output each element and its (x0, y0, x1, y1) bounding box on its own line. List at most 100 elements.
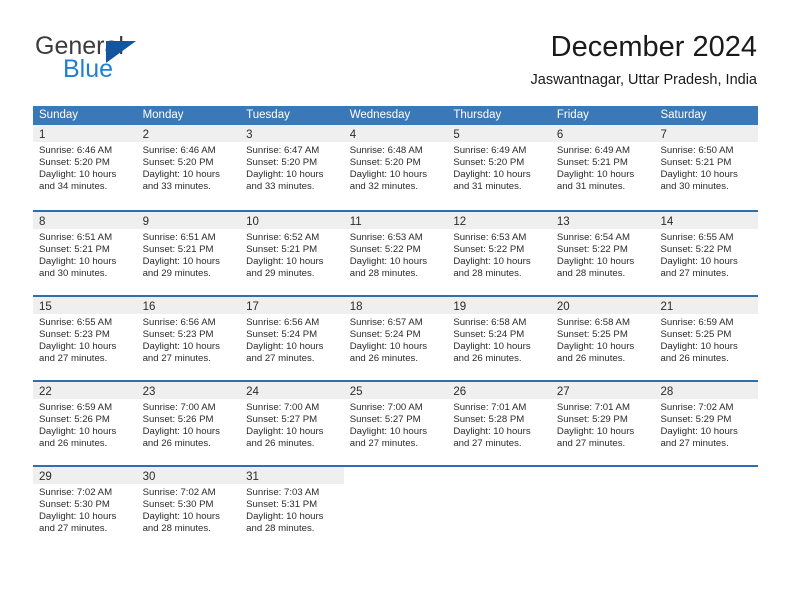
day-detail-line: and 30 minutes. (39, 268, 108, 280)
day-details (344, 484, 448, 487)
day-detail-line: and 26 minutes. (142, 438, 211, 450)
day-number-band: 24 (240, 382, 344, 399)
calendar-day-cell[interactable]: 29 Sunrise: 7:02 AM Sunset: 5:30 PM Dayligh… (33, 467, 137, 550)
day-detail-line: Sunrise: 7:01 AM (453, 402, 527, 413)
day-number-band: 2 (136, 125, 241, 142)
day-detail-line: Sunrise: 6:53 AM (349, 232, 423, 243)
calendar-day-cell[interactable]: 28 Sunrise: 7:02 AM Sunset: 5:29 PM Dayligh… (654, 382, 759, 465)
calendar-day-cell[interactable]: 2 Sunrise: 6:46 AM Sunset: 5:20 PM Daylight… (136, 125, 241, 210)
day-detail-line: Sunset: 5:23 PM (39, 329, 110, 341)
day-details: Sunrise: 6:48 AM Sunset: 5:20 PM Daylight:… (344, 142, 448, 193)
day-number: 17 (246, 301, 259, 313)
calendar-day-cell[interactable]: 25 Sunrise: 7:00 AM Sunset: 5:27 PM Dayligh… (343, 382, 448, 465)
calendar-day-cell[interactable]: 31 Sunrise: 7:03 AM Sunset: 5:31 PM Dayligh… (240, 467, 344, 550)
day-number-band: 1 (33, 125, 137, 142)
calendar-day-cell[interactable]: 5 Sunrise: 6:49 AM Sunset: 5:20 PM Daylight… (447, 125, 551, 210)
day-detail-line: Daylight: 10 hours (142, 169, 220, 181)
calendar-day-cell[interactable]: 22 Sunrise: 6:59 AM Sunset: 5:26 PM Dayligh… (33, 382, 137, 465)
day-number-band (551, 467, 655, 484)
calendar-day-cell[interactable]: 1 Sunrise: 6:46 AM Sunset: 5:20 PM Daylight… (33, 125, 137, 210)
day-detail-line: Daylight: 10 hours (660, 341, 738, 353)
day-detail-line: Daylight: 10 hours (349, 426, 428, 438)
day-number-band: 5 (447, 125, 551, 142)
day-detail-line: Sunrise: 6:55 AM (660, 232, 734, 243)
general-blue-logo[interactable]: General Blue (35, 32, 245, 90)
calendar-day-cell[interactable]: 6 Sunrise: 6:49 AM Sunset: 5:21 PM Daylight… (550, 125, 655, 210)
calendar-day-cell[interactable]: 17 Sunrise: 6:56 AM Sunset: 5:24 PM Dayligh… (240, 297, 344, 380)
calendar-day-cell[interactable]: 8 Sunrise: 6:51 AM Sunset: 5:21 PM Daylight… (33, 212, 137, 295)
day-number-band: 31 (240, 467, 344, 484)
calendar-day-cell[interactable]: 16 Sunrise: 6:56 AM Sunset: 5:23 PM Dayligh… (136, 297, 241, 380)
day-detail-line: and 26 minutes. (660, 353, 729, 365)
day-number-band: 4 (343, 125, 448, 142)
calendar-day-cell[interactable]: 24 Sunrise: 7:00 AM Sunset: 5:27 PM Dayligh… (240, 382, 344, 465)
day-detail-line: Daylight: 10 hours (142, 341, 220, 353)
day-detail-line: Sunrise: 6:51 AM (39, 232, 113, 243)
day-details (447, 484, 551, 487)
calendar-day-cell[interactable]: 7 Sunrise: 6:50 AM Sunset: 5:21 PM Daylight… (654, 125, 759, 210)
day-detail-line: and 27 minutes. (349, 438, 419, 450)
day-number-band: 17 (240, 297, 344, 314)
calendar-day-cell[interactable]: 27 Sunrise: 7:01 AM Sunset: 5:29 PM Dayligh… (550, 382, 655, 465)
day-detail-line: Daylight: 10 hours (453, 169, 531, 181)
day-detail-line: Sunset: 5:21 PM (556, 157, 628, 169)
day-details (551, 484, 655, 487)
calendar-day-cell[interactable]: 9 Sunrise: 6:51 AM Sunset: 5:21 PM Daylight… (136, 212, 241, 295)
day-detail-line: Daylight: 10 hours (246, 341, 324, 353)
day-number: 24 (246, 386, 259, 398)
day-detail-line: Daylight: 10 hours (246, 169, 324, 181)
day-details: Sunrise: 6:58 AM Sunset: 5:24 PM Daylight:… (447, 314, 551, 365)
calendar-day-cell[interactable]: 11 Sunrise: 6:53 AM Sunset: 5:22 PM Dayligh… (343, 212, 448, 295)
calendar-day-cell[interactable]: 26 Sunrise: 7:01 AM Sunset: 5:28 PM Dayligh… (447, 382, 551, 465)
calendar-day-cell[interactable]: 4 Sunrise: 6:48 AM Sunset: 5:20 PM Daylight… (343, 125, 448, 210)
day-detail-line: Sunrise: 7:00 AM (246, 402, 320, 413)
day-number: 6 (556, 129, 564, 141)
day-detail-line: Sunset: 5:25 PM (660, 329, 732, 341)
day-number-band: 14 (654, 212, 759, 229)
day-detail-line: Sunrise: 6:46 AM (39, 145, 113, 156)
day-detail-line: and 28 minutes. (556, 268, 626, 280)
day-detail-line: Daylight: 10 hours (246, 256, 324, 268)
calendar-day-cell-empty (447, 467, 551, 550)
day-detail-line: Sunrise: 7:02 AM (660, 402, 734, 413)
day-detail-line: Sunset: 5:27 PM (349, 414, 421, 426)
calendar-day-cell[interactable]: 13 Sunrise: 6:54 AM Sunset: 5:22 PM Dayligh… (550, 212, 655, 295)
day-number-band: 12 (447, 212, 551, 229)
calendar-day-cell[interactable]: 20 Sunrise: 6:58 AM Sunset: 5:25 PM Dayligh… (550, 297, 655, 380)
day-number: 28 (660, 386, 674, 398)
calendar-day-cell[interactable]: 3 Sunrise: 6:47 AM Sunset: 5:20 PM Daylight… (240, 125, 344, 210)
day-detail-line: Daylight: 10 hours (246, 426, 324, 438)
day-detail-line: Sunset: 5:22 PM (556, 244, 628, 256)
day-detail-line: and 27 minutes. (556, 438, 626, 450)
day-detail-line: Daylight: 10 hours (349, 169, 428, 181)
calendar-day-cell[interactable]: 19 Sunrise: 6:58 AM Sunset: 5:24 PM Dayligh… (447, 297, 551, 380)
day-detail-line: and 26 minutes. (39, 438, 108, 450)
calendar-day-cell[interactable]: 14 Sunrise: 6:55 AM Sunset: 5:22 PM Dayligh… (654, 212, 759, 295)
day-detail-line: Sunset: 5:31 PM (246, 499, 318, 511)
day-detail-line: Sunrise: 6:55 AM (39, 317, 113, 328)
day-detail-line: Daylight: 10 hours (39, 341, 117, 353)
day-detail-line: Sunrise: 6:52 AM (246, 232, 320, 243)
day-detail-line: Sunset: 5:30 PM (39, 499, 110, 511)
day-details: Sunrise: 7:00 AM Sunset: 5:27 PM Daylight:… (344, 399, 448, 450)
calendar-day-cell[interactable]: 12 Sunrise: 6:53 AM Sunset: 5:22 PM Dayligh… (447, 212, 551, 295)
day-number-band: 26 (447, 382, 551, 399)
day-details: Sunrise: 6:46 AM Sunset: 5:20 PM Daylight:… (137, 142, 241, 193)
calendar-day-cell[interactable]: 18 Sunrise: 6:57 AM Sunset: 5:24 PM Dayligh… (343, 297, 448, 380)
page-title: December 2024 (550, 31, 757, 63)
weekday-monday: Monday (142, 109, 184, 121)
calendar-day-cell[interactable]: 15 Sunrise: 6:55 AM Sunset: 5:23 PM Dayligh… (33, 297, 137, 380)
calendar-day-cell[interactable]: 21 Sunrise: 6:59 AM Sunset: 5:25 PM Dayligh… (654, 297, 759, 380)
day-detail-line: Sunset: 5:29 PM (556, 414, 628, 426)
day-details: Sunrise: 6:51 AM Sunset: 5:21 PM Daylight:… (33, 229, 137, 280)
day-detail-line: and 27 minutes. (39, 523, 108, 535)
calendar-day-cell[interactable]: 23 Sunrise: 7:00 AM Sunset: 5:26 PM Dayligh… (136, 382, 241, 465)
day-number-band: 13 (550, 212, 655, 229)
calendar-day-cell[interactable]: 30 Sunrise: 7:02 AM Sunset: 5:30 PM Dayligh… (136, 467, 241, 550)
day-detail-line: Daylight: 10 hours (142, 426, 220, 438)
day-details: Sunrise: 6:58 AM Sunset: 5:25 PM Daylight:… (551, 314, 655, 365)
calendar-day-cell[interactable]: 10 Sunrise: 6:52 AM Sunset: 5:21 PM Dayligh… (240, 212, 344, 295)
day-detail-line: Daylight: 10 hours (246, 511, 324, 523)
calendar-week-row: 8 Sunrise: 6:51 AM Sunset: 5:21 PM Daylight… (33, 210, 759, 295)
day-details: Sunrise: 6:51 AM Sunset: 5:21 PM Daylight:… (137, 229, 241, 280)
